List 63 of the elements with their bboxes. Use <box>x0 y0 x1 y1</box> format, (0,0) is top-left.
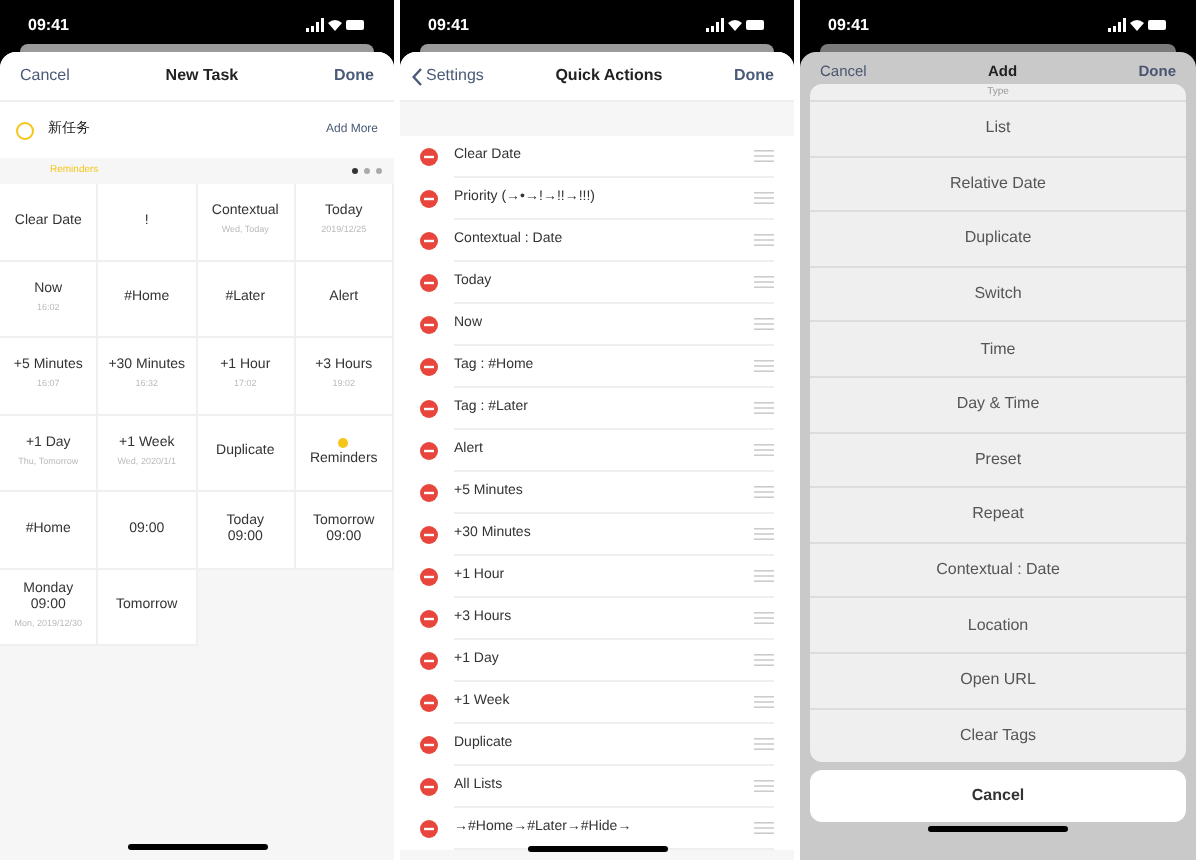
delete-icon[interactable] <box>420 820 438 838</box>
menu-option[interactable]: Open URL <box>810 651 1186 708</box>
delete-icon[interactable] <box>420 694 438 712</box>
status-time: 09:41 <box>28 13 69 37</box>
delete-icon[interactable] <box>420 484 438 502</box>
done-button[interactable]: Done <box>334 64 374 88</box>
delete-icon[interactable] <box>420 316 438 334</box>
drag-handle-icon[interactable] <box>754 822 774 834</box>
delete-icon[interactable] <box>420 442 438 460</box>
drag-handle-icon[interactable] <box>754 360 774 372</box>
drag-handle-icon[interactable] <box>754 570 774 582</box>
drag-handle-icon[interactable] <box>754 738 774 750</box>
menu-option[interactable]: Clear Tags <box>810 707 1186 763</box>
delete-icon[interactable] <box>420 232 438 250</box>
menu-option[interactable]: Duplicate <box>810 210 1186 266</box>
drag-handle-icon[interactable] <box>754 528 774 540</box>
drag-handle-icon[interactable] <box>754 192 774 204</box>
delete-icon[interactable] <box>420 526 438 544</box>
menu-option[interactable]: Time <box>810 320 1186 376</box>
drag-handle-icon[interactable] <box>754 444 774 456</box>
screen-title: Quick Actions <box>555 64 663 88</box>
delete-icon[interactable] <box>420 148 438 166</box>
back-button[interactable]: Settings <box>412 64 484 88</box>
menu-option[interactable]: List <box>810 100 1186 156</box>
home-indicator <box>127 844 267 850</box>
status-icons <box>1108 18 1168 32</box>
cancel-button[interactable]: Cancel <box>20 64 70 88</box>
drag-handle-icon[interactable] <box>754 234 774 246</box>
cancel-button[interactable]: Cancel <box>810 770 1186 823</box>
menu-option[interactable]: Switch <box>810 265 1186 321</box>
delete-icon[interactable] <box>420 358 438 376</box>
home-indicator <box>928 826 1068 832</box>
delete-icon[interactable] <box>420 400 438 418</box>
status-time: 09:41 <box>828 13 869 37</box>
status-icons <box>306 18 366 32</box>
drag-handle-icon[interactable] <box>754 276 774 288</box>
drag-handle-icon[interactable] <box>754 612 774 624</box>
delete-icon[interactable] <box>420 778 438 796</box>
menu-option[interactable]: Preset <box>810 431 1186 487</box>
home-indicator <box>527 846 667 852</box>
status-icons <box>706 18 766 32</box>
drag-handle-icon[interactable] <box>754 486 774 498</box>
delete-icon[interactable] <box>420 274 438 292</box>
drag-handle-icon[interactable] <box>754 402 774 414</box>
drag-handle-icon[interactable] <box>754 654 774 666</box>
menu-option[interactable]: Location <box>810 596 1186 652</box>
menu-option[interactable]: Contextual : Date <box>810 541 1186 597</box>
menu-option[interactable]: Relative Date <box>810 155 1186 211</box>
status-time: 09:41 <box>428 13 469 37</box>
drag-handle-icon[interactable] <box>754 150 774 162</box>
done-button[interactable]: Done <box>734 64 774 88</box>
drag-handle-icon[interactable] <box>754 780 774 792</box>
drag-handle-icon[interactable] <box>754 696 774 708</box>
delete-icon[interactable] <box>420 190 438 208</box>
chevron-left-icon <box>412 67 422 85</box>
delete-icon[interactable] <box>420 610 438 628</box>
delete-icon[interactable] <box>420 736 438 754</box>
screen-title: New Task <box>165 64 239 88</box>
drag-handle-icon[interactable] <box>754 318 774 330</box>
delete-icon[interactable] <box>420 568 438 586</box>
menu-option[interactable]: Repeat <box>810 486 1186 542</box>
delete-icon[interactable] <box>420 652 438 670</box>
menu-option[interactable]: Day & Time <box>810 375 1186 432</box>
